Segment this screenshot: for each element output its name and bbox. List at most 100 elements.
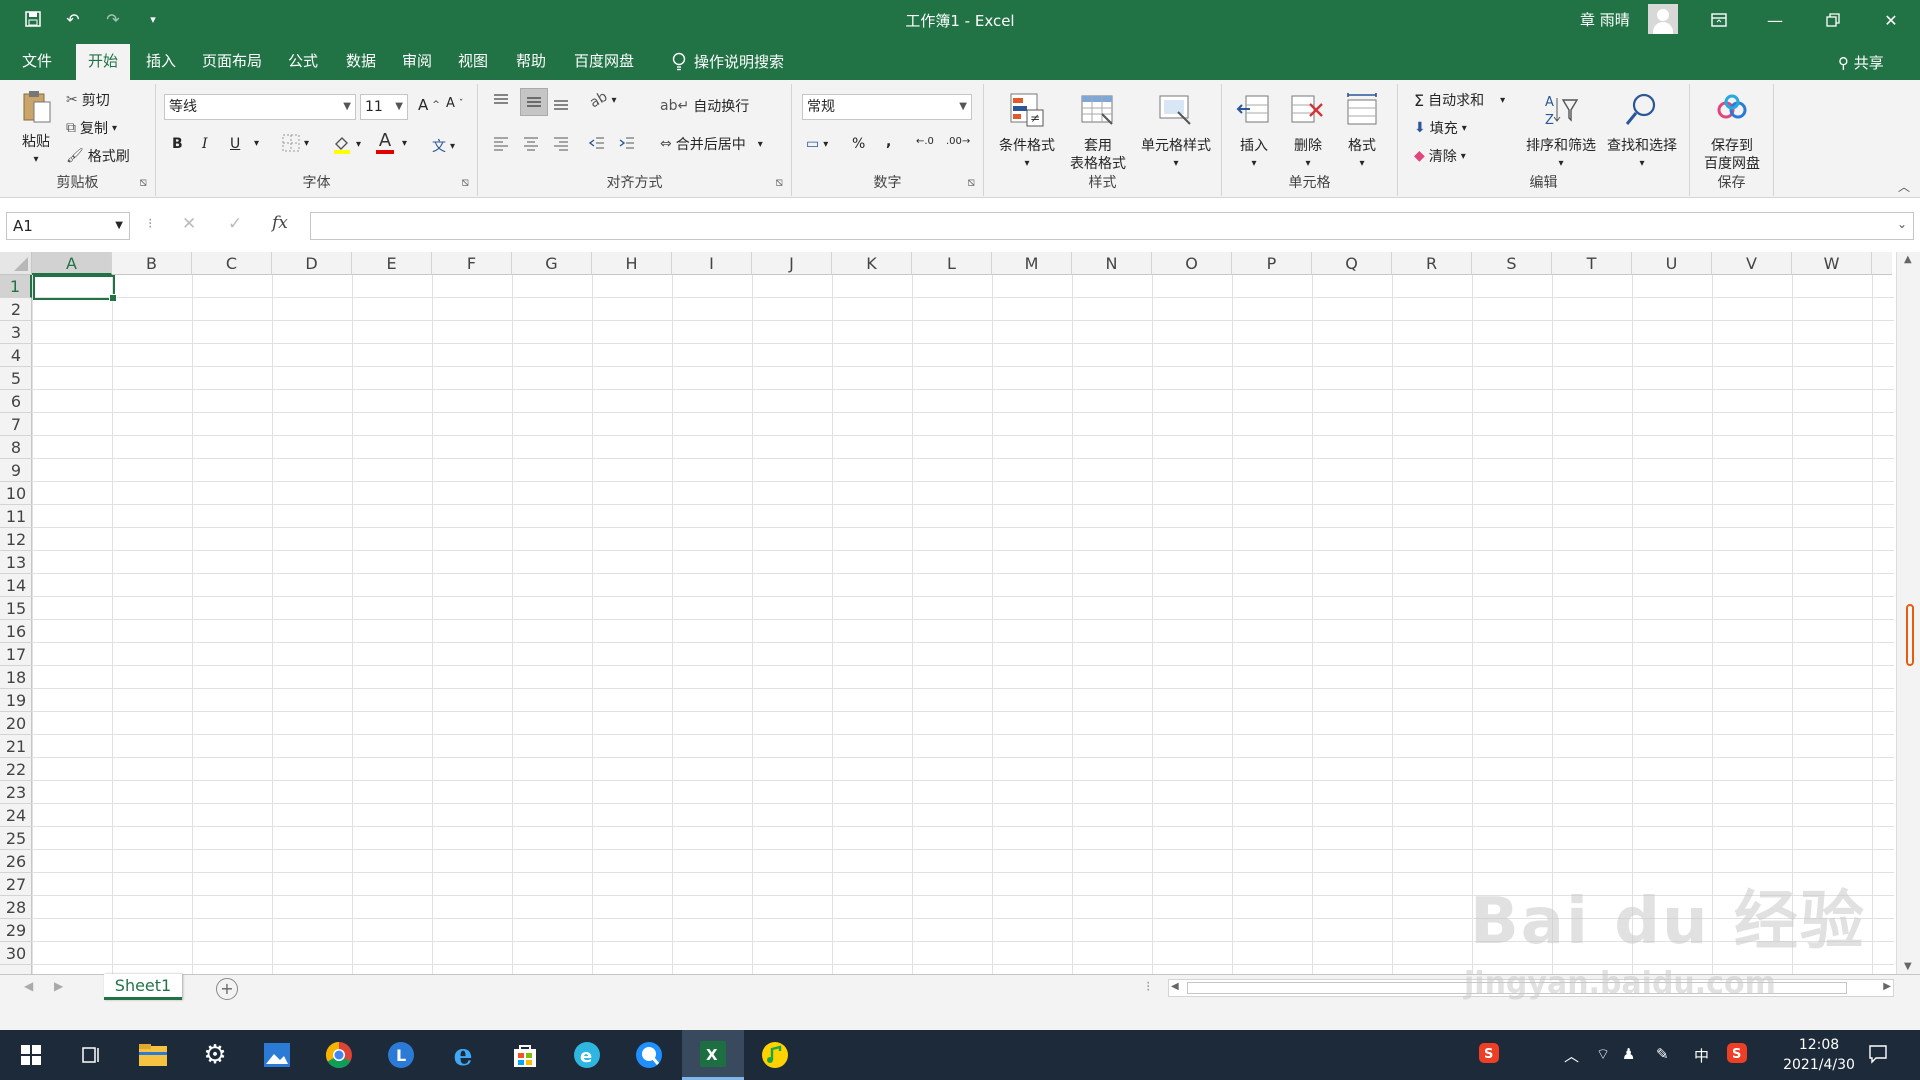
column-header[interactable]: K <box>832 252 912 275</box>
row-header[interactable]: 16 <box>0 620 32 643</box>
row-header[interactable]: 3 <box>0 321 32 344</box>
row-header[interactable]: 27 <box>0 873 32 896</box>
format-as-table-button[interactable]: 套用 表格格式 <box>1064 92 1132 173</box>
ribbon-display-options-icon[interactable] <box>1696 0 1742 40</box>
vertical-scrollbar[interactable]: ▲ ▼ <box>1896 252 1920 974</box>
row-header[interactable]: 29 <box>0 919 32 942</box>
row-header[interactable]: 10 <box>0 482 32 505</box>
task-view-button[interactable] <box>60 1030 122 1080</box>
ime-indicator[interactable]: 中 <box>1694 1045 1709 1066</box>
orientation-button[interactable]: ab ▾ <box>587 89 616 112</box>
grow-font-button[interactable]: A ^ <box>418 96 440 114</box>
phonetic-button[interactable]: 文 ▾ <box>432 136 455 156</box>
taskbar-qq-music[interactable] <box>744 1030 806 1080</box>
tab-baidu-netdisk[interactable]: 百度网盘 <box>562 44 646 80</box>
row-header[interactable]: 11 <box>0 505 32 528</box>
insert-function-button[interactable]: fx <box>272 213 288 233</box>
row-header[interactable]: 5 <box>0 367 32 390</box>
row-header[interactable]: 22 <box>0 758 32 781</box>
shrink-font-button[interactable]: Aˇ <box>446 96 463 111</box>
column-header[interactable]: P <box>1232 252 1312 275</box>
underline-button[interactable]: U <box>230 136 240 152</box>
user-name[interactable]: 章 雨晴 <box>1580 9 1630 30</box>
save-to-baidu-button[interactable]: 保存到 百度网盘 <box>1694 92 1770 173</box>
row-header[interactable]: 1 <box>0 275 32 298</box>
row-header[interactable]: 7 <box>0 413 32 436</box>
font-color-button[interactable]: A <box>376 132 394 154</box>
format-painter-button[interactable]: 🖌 格式刷 <box>66 146 130 166</box>
align-left-icon[interactable] <box>492 134 510 152</box>
restore-icon[interactable] <box>1810 0 1856 40</box>
cut-button[interactable]: ✂ 剪切 <box>66 90 110 110</box>
collapse-ribbon-icon[interactable]: ︿ <box>1898 178 1910 195</box>
dialog-launcher-icon[interactable]: ⧅ <box>967 175 975 190</box>
select-all-button[interactable] <box>0 252 32 275</box>
scroll-down-icon[interactable]: ▼ <box>1904 961 1912 972</box>
merge-center-button[interactable]: ⇔ 合并后居中 ▾ <box>660 134 763 154</box>
column-header[interactable]: F <box>432 252 512 275</box>
column-header[interactable]: E <box>352 252 432 275</box>
tab-file[interactable]: 文件 <box>10 44 64 80</box>
scroll-up-icon[interactable]: ▲ <box>1904 254 1912 265</box>
align-middle-icon[interactable] <box>520 88 548 116</box>
tab-split-handle[interactable]: ⁝ <box>1146 979 1150 995</box>
taskbar-ie[interactable]: e <box>432 1030 494 1080</box>
start-button[interactable] <box>0 1030 62 1080</box>
column-header[interactable]: C <box>192 252 272 275</box>
formula-input[interactable]: ⌄ <box>310 212 1914 240</box>
minimize-icon[interactable]: — <box>1752 0 1798 40</box>
row-header[interactable]: 20 <box>0 712 32 735</box>
number-format-select[interactable]: 常规 ▼ <box>802 94 972 120</box>
wrap-text-button[interactable]: ab↵ 自动换行 <box>660 96 749 116</box>
sheet-tab[interactable]: Sheet1 <box>104 974 182 1000</box>
clock[interactable]: 12:08 2021/4/30 <box>1774 1035 1864 1075</box>
sogou-ime-icon[interactable]: S <box>1726 1042 1748 1068</box>
taskbar-file-explorer[interactable] <box>122 1030 184 1080</box>
column-header[interactable]: D <box>272 252 352 275</box>
dialog-launcher-icon[interactable]: ⧅ <box>139 175 147 190</box>
column-header[interactable]: J <box>752 252 832 275</box>
row-header[interactable]: 15 <box>0 597 32 620</box>
prev-sheet-icon[interactable]: ◀ <box>24 979 33 993</box>
taskbar-store[interactable] <box>494 1030 556 1080</box>
borders-button[interactable]: ▾ <box>282 134 309 152</box>
tab-formulas[interactable]: 公式 <box>276 44 330 80</box>
row-header[interactable]: 28 <box>0 896 32 919</box>
row-header[interactable]: 26 <box>0 850 32 873</box>
cell-styles-button[interactable]: 单元格样式 ▾ <box>1134 92 1218 173</box>
autosum-button[interactable]: Σ 自动求和 ▾ <box>1414 90 1505 110</box>
expand-formula-icon[interactable]: ⌄ <box>1897 217 1907 231</box>
row-header[interactable]: 6 <box>0 390 32 413</box>
active-cell[interactable] <box>33 275 117 302</box>
delete-cells-button[interactable]: 删除 ▾ <box>1282 92 1334 173</box>
align-right-icon[interactable] <box>552 134 570 152</box>
column-header[interactable]: Q <box>1312 252 1392 275</box>
enter-icon[interactable]: ✓ <box>228 214 242 234</box>
taskbar-edge[interactable]: e <box>556 1030 618 1080</box>
column-header[interactable]: A <box>32 252 112 275</box>
font-size-select[interactable]: 11 ▼ <box>360 94 408 120</box>
share-button[interactable]: ⚲ 共享 <box>1838 52 1884 73</box>
column-header[interactable]: O <box>1152 252 1232 275</box>
row-header[interactable]: 24 <box>0 804 32 827</box>
column-header[interactable]: V <box>1712 252 1792 275</box>
scroll-left-icon[interactable]: ◀ <box>1171 981 1179 992</box>
insert-cells-button[interactable]: 插入 ▾ <box>1228 92 1280 173</box>
sort-filter-button[interactable]: AZ 排序和筛选 ▾ <box>1522 92 1600 173</box>
clear-button[interactable]: ◆ 清除 ▾ <box>1414 146 1466 166</box>
cancel-icon[interactable]: ✕ <box>182 214 196 234</box>
tab-data[interactable]: 数据 <box>334 44 388 80</box>
align-center-icon[interactable] <box>522 134 540 152</box>
column-header[interactable]: U <box>1632 252 1712 275</box>
vertical-scroll-thumb[interactable] <box>1906 604 1914 666</box>
row-header[interactable]: 4 <box>0 344 32 367</box>
increase-indent-icon[interactable] <box>618 134 636 152</box>
accounting-format-button[interactable]: ▭ ▾ <box>806 136 828 152</box>
taskbar-settings[interactable]: ⚙ <box>184 1030 246 1080</box>
font-name-select[interactable]: 等线 ▼ <box>164 94 356 120</box>
next-sheet-icon[interactable]: ▶ <box>54 979 63 993</box>
increase-decimal-icon[interactable]: ←.0 <box>916 136 934 147</box>
fill-color-button[interactable]: ▾ <box>332 134 361 154</box>
comma-button[interactable]: , <box>886 134 891 150</box>
taskbar-q-app[interactable] <box>618 1030 680 1080</box>
